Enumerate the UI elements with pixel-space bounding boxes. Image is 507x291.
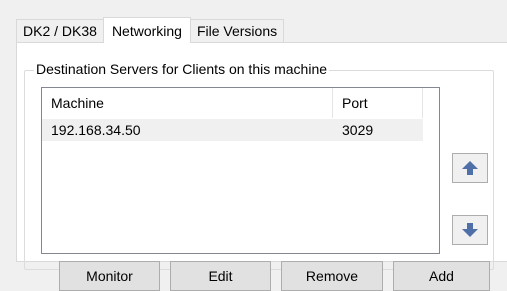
remove-button[interactable]: Remove — [281, 261, 383, 291]
row-port-cell: 3029 — [342, 122, 374, 138]
tab-dk2-dk38[interactable]: DK2 / DK38 — [16, 19, 104, 42]
column-header-machine[interactable]: Machine — [42, 88, 333, 118]
tab-file-versions[interactable]: File Versions — [189, 19, 285, 42]
move-down-button[interactable] — [452, 215, 488, 245]
list-row[interactable]: 192.168.34.50 3029 — [42, 119, 423, 141]
arrow-up-icon — [462, 161, 478, 175]
move-up-button[interactable] — [452, 153, 488, 183]
tab-strip: DK2 / DK38 Networking File Versions — [16, 16, 285, 43]
monitor-button[interactable]: Monitor — [59, 261, 160, 291]
tab-networking[interactable]: Networking — [102, 17, 191, 43]
arrow-down-icon — [462, 223, 478, 237]
row-machine-cell: 192.168.34.50 — [51, 122, 141, 138]
edit-button[interactable]: Edit — [170, 261, 271, 291]
servers-list-view[interactable]: Machine Port 192.168.34.50 3029 — [41, 87, 440, 254]
group-legend: Destination Servers for Clients on this … — [34, 60, 330, 78]
column-header-port[interactable]: Port — [333, 88, 423, 118]
networking-tab-panel: Destination Servers for Clients on this … — [16, 42, 507, 291]
list-header: Machine Port — [42, 88, 439, 119]
add-button[interactable]: Add — [393, 261, 490, 291]
